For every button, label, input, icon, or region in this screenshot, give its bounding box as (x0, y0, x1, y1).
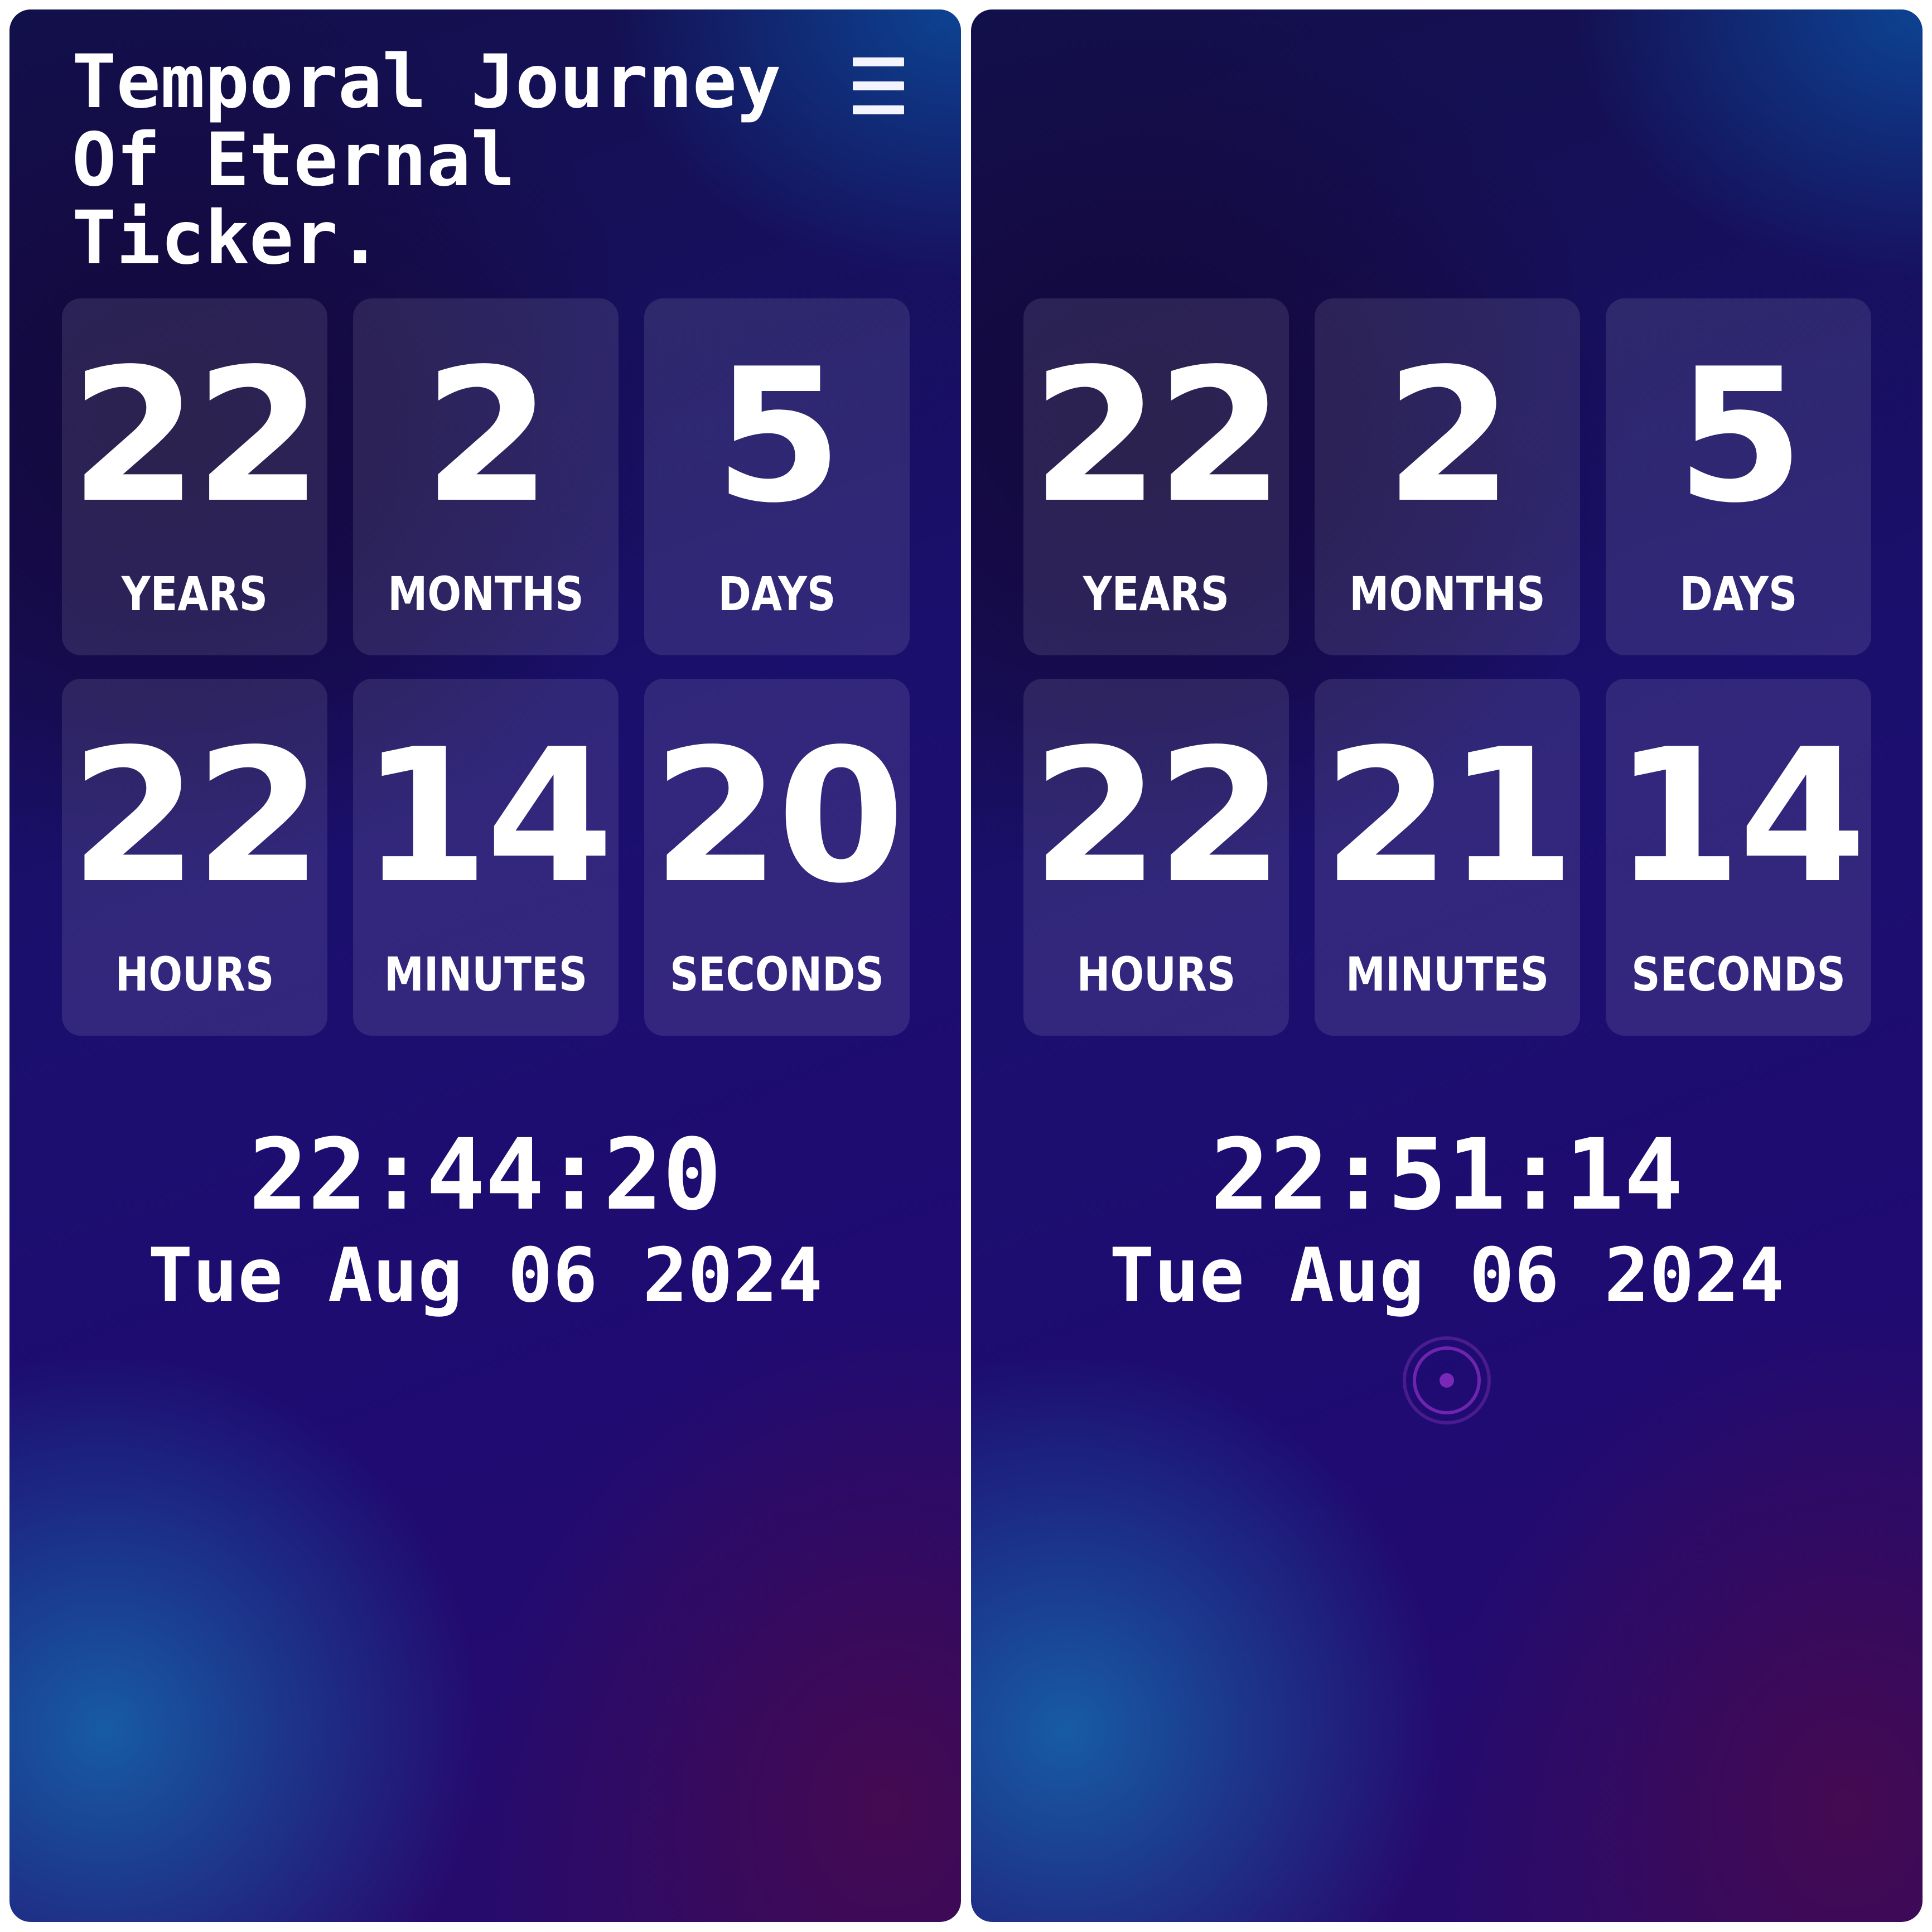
months-tile: 2 MONTHS (353, 298, 619, 655)
months-tile: 2 MONTHS (1315, 298, 1580, 655)
current-date: Tue Aug 06 2024 (147, 1232, 823, 1319)
hours-tile: 22 HOURS (62, 679, 327, 1036)
days-value: 5 (714, 329, 843, 543)
current-time: 22:44:20 (249, 1118, 722, 1232)
months-label: MONTHS (388, 567, 584, 621)
app-title-line-2: Of Eternal Ticker. (72, 117, 515, 281)
target-icon[interactable] (1401, 1335, 1493, 1426)
hours-value: 22 (1031, 709, 1284, 924)
left-screen: Temporal Journey Of Eternal Ticker. 22 Y… (9, 9, 961, 1922)
years-tile: 22 YEARS (62, 298, 327, 655)
months-value: 2 (1385, 329, 1513, 543)
seconds-label: SECONDS (670, 947, 884, 1002)
years-label: YEARS (121, 567, 268, 621)
screenshot-stage: Temporal Journey Of Eternal Ticker. 22 Y… (0, 0, 1932, 1932)
countdown-grid: 22 YEARS 2 MONTHS 5 DAYS 22 HOURS 14 MIN… (62, 298, 910, 1036)
current-date: Tue Aug 06 2024 (1109, 1232, 1785, 1319)
app-title: Temporal Journey Of Eternal Ticker. (72, 43, 797, 277)
years-tile: 22 YEARS (1023, 298, 1289, 655)
right-screen: 22 YEARS 2 MONTHS 5 DAYS 22 HOURS 21 MIN… (971, 9, 1923, 1922)
months-label: MONTHS (1349, 567, 1545, 621)
seconds-value: 14 (1614, 709, 1866, 924)
seconds-value: 20 (652, 709, 905, 924)
minutes-tile: 14 MINUTES (353, 679, 619, 1036)
seconds-tile: 14 SECONDS (1606, 679, 1871, 1036)
hours-label: HOURS (115, 947, 274, 1002)
app-title-line-1: Temporal Journey (72, 39, 781, 125)
hamburger-menu-icon[interactable] (853, 57, 906, 119)
menu-bar-middle (853, 81, 904, 90)
days-tile: 5 DAYS (1606, 298, 1871, 655)
target-center-dot (1440, 1373, 1454, 1388)
years-value: 22 (1031, 329, 1284, 543)
menu-bar-top (853, 57, 904, 66)
current-time: 22:51:14 (1210, 1118, 1683, 1232)
minutes-value: 14 (361, 709, 614, 924)
hours-label: HOURS (1076, 947, 1236, 1002)
hours-tile: 22 HOURS (1023, 679, 1289, 1036)
countdown-grid: 22 YEARS 2 MONTHS 5 DAYS 22 HOURS 21 MIN… (1023, 298, 1871, 1036)
months-value: 2 (423, 329, 552, 543)
years-label: YEARS (1083, 567, 1230, 621)
seconds-tile: 20 SECONDS (644, 679, 910, 1036)
minutes-label: MINUTES (1345, 947, 1549, 1002)
years-value: 22 (70, 329, 322, 543)
days-label: DAYS (718, 567, 836, 621)
minutes-value: 21 (1322, 709, 1575, 924)
minutes-tile: 21 MINUTES (1315, 679, 1580, 1036)
hours-value: 22 (70, 709, 322, 924)
seconds-label: SECONDS (1631, 947, 1846, 1002)
days-value: 5 (1676, 329, 1804, 543)
menu-bar-bottom (853, 105, 904, 114)
days-tile: 5 DAYS (644, 298, 910, 655)
minutes-label: MINUTES (384, 947, 588, 1002)
days-label: DAYS (1679, 567, 1798, 621)
